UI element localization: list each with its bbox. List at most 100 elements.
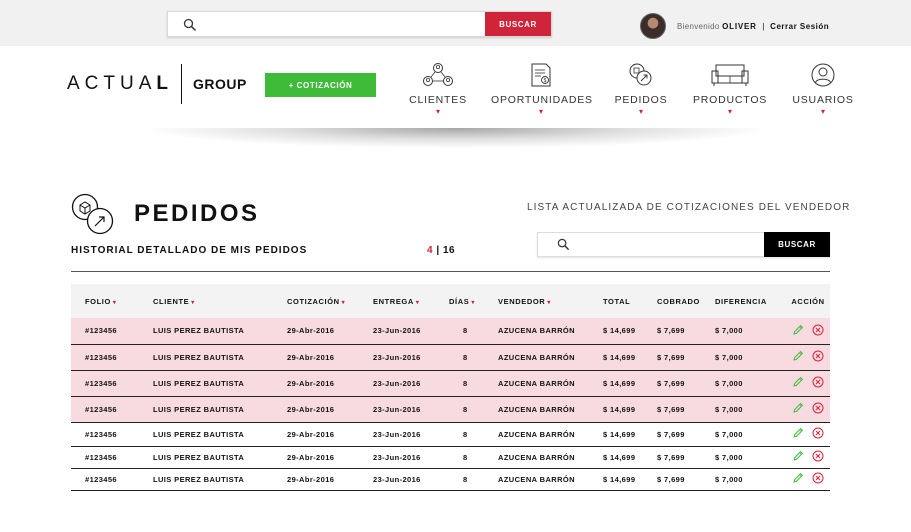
cell-cobrado: $ 7,699 [657, 344, 715, 371]
chevron-down-icon: ▾ [415, 299, 420, 306]
cell-cotizacion: 29-Abr-2016 [287, 422, 373, 447]
document-icon: $ [531, 63, 551, 87]
table-row[interactable]: #123456 LUIS PEREZ BAUTISTA 29-Abr-2016 23-… [71, 318, 830, 345]
column-label: VENDEDOR [498, 296, 546, 306]
pencil-icon[interactable] [792, 324, 804, 336]
cell-cliente: LUIS PEREZ BAUTISTA [153, 344, 287, 371]
page-current[interactable]: 4 [427, 245, 433, 256]
logout-link[interactable]: Cerrar Sesión [770, 22, 829, 31]
column-header-entrega[interactable]: ENTREGA ▾ [373, 284, 449, 318]
nav-item-usuarios[interactable]: USUARIOS ▾ [792, 62, 854, 122]
chevron-down-icon: ▾ [341, 299, 346, 306]
cell-entrega: 23-Jun-2016 [373, 318, 449, 345]
global-search-input[interactable] [204, 12, 484, 36]
svg-text:$: $ [544, 78, 547, 84]
table-header-row: FOLIO ▾ CLIENTE ▾ COTIZACIÓN ▾ ENTREGA ▾ DÍA… [71, 284, 830, 318]
cell-folio: #123456 [71, 318, 153, 345]
table-row[interactable]: #123456 LUIS PEREZ BAUTISTA 29-Abr-2016 23-… [71, 422, 830, 447]
cell-diferencia: $ 7,000 [715, 318, 786, 345]
delete-icon[interactable] [812, 350, 824, 362]
page-total[interactable]: 16 [443, 245, 455, 256]
table-row[interactable]: #123456 LUIS PEREZ BAUTISTA 29-Abr-2016 23-… [71, 446, 830, 469]
cell-cliente: LUIS PEREZ BAUTISTA [153, 318, 287, 345]
delete-icon[interactable] [812, 324, 824, 336]
page-separator: | [436, 245, 440, 256]
cell-cliente: LUIS PEREZ BAUTISTA [153, 446, 287, 469]
chevron-down-icon: ▾ [820, 107, 825, 116]
column-label: CLIENTE [153, 296, 190, 306]
welcome-separator: | [762, 22, 765, 31]
delete-icon[interactable] [812, 472, 824, 484]
new-quote-button[interactable]: + COTIZACIÓN [265, 73, 376, 97]
logo-divider [181, 64, 183, 104]
nav-item-productos[interactable]: PRODUCTOS ▾ [693, 62, 767, 122]
nav-item-pedidos[interactable]: PEDIDOS ▾ [612, 62, 670, 122]
pencil-icon[interactable] [792, 450, 804, 462]
delete-icon[interactable] [812, 376, 824, 388]
pencil-icon[interactable] [792, 472, 804, 484]
cell-cliente: LUIS PEREZ BAUTISTA [153, 468, 287, 491]
table-row[interactable]: #123456 LUIS PEREZ BAUTISTA 29-Abr-2016 23-… [71, 370, 830, 397]
table-row[interactable]: #123456 LUIS PEREZ BAUTISTA 29-Abr-2016 23-… [71, 468, 830, 491]
cell-entrega: 23-Jun-2016 [373, 468, 449, 491]
column-header-dias[interactable]: DÍAS ▾ [449, 284, 498, 318]
column-label: COTIZACIÓN [287, 296, 340, 306]
cell-cotizacion: 29-Abr-2016 [287, 370, 373, 397]
column-label: ENTREGA [373, 296, 414, 306]
pagination: 4 | 16 [427, 245, 455, 256]
orders-search: BUSCAR [537, 232, 830, 257]
global-search: BUSCAR [167, 11, 552, 37]
orders-icon [629, 63, 652, 86]
pencil-icon[interactable] [792, 427, 804, 439]
cell-diferencia: $ 7,000 [715, 344, 786, 371]
cell-vendedor: AZUCENA BARRÓN [498, 446, 603, 469]
column-header-vendedor[interactable]: VENDEDOR ▾ [498, 284, 603, 318]
cell-vendedor: AZUCENA BARRÓN [498, 318, 603, 345]
nav-item-clientes[interactable]: CLIENTES ▾ [406, 62, 470, 122]
column-header-folio[interactable]: FOLIO ▾ [71, 284, 153, 318]
chevron-down-icon: ▾ [471, 299, 475, 306]
global-search-button[interactable]: BUSCAR [485, 12, 551, 36]
table-row[interactable]: #123456 LUIS PEREZ BAUTISTA 29-Abr-2016 23-… [71, 396, 830, 423]
delete-icon[interactable] [812, 450, 824, 462]
cell-dias: 8 [449, 344, 498, 371]
nav-item-oportunidades[interactable]: $ OPORTUNIDADES ▾ [491, 62, 593, 122]
cell-cobrado: $ 7,699 [657, 370, 715, 397]
search-icon [557, 238, 570, 251]
clients-icon [423, 63, 453, 86]
cell-cliente: LUIS PEREZ BAUTISTA [153, 370, 287, 397]
cell-dias: 8 [449, 370, 498, 397]
nav-label: OPORTUNIDADES [491, 94, 593, 106]
orders-search-input[interactable] [578, 233, 758, 256]
cell-accion [786, 396, 830, 423]
user-avatar[interactable] [640, 13, 666, 39]
cell-diferencia: $ 7,000 [715, 468, 786, 491]
user-name: OLIVER [722, 22, 757, 31]
welcome-text: Bienvenido OLIVER | Cerrar Sesión [677, 22, 829, 31]
cell-total: $ 14,699 [603, 318, 657, 345]
cell-total: $ 14,699 [603, 396, 657, 423]
cell-cotizacion: 29-Abr-2016 [287, 344, 373, 371]
cell-vendedor: AZUCENA BARRÓN [498, 468, 603, 491]
cell-dias: 8 [449, 446, 498, 469]
pencil-icon[interactable] [792, 402, 804, 414]
orders-search-button[interactable]: BUSCAR [764, 232, 830, 257]
column-header-cotizacion[interactable]: COTIZACIÓN ▾ [287, 284, 373, 318]
logo[interactable]: ACTUAL GROUP [67, 64, 247, 104]
cell-dias: 8 [449, 468, 498, 491]
column-header-cobrado: COBRADO [657, 284, 715, 318]
column-header-diferencia: DIFERENCIA [715, 284, 786, 318]
delete-icon[interactable] [812, 402, 824, 414]
orders-table-body: #123456 LUIS PEREZ BAUTISTA 29-Abr-2016 23-… [71, 318, 830, 491]
cell-entrega: 23-Jun-2016 [373, 446, 449, 469]
pencil-icon[interactable] [792, 376, 804, 388]
table-row[interactable]: #123456 LUIS PEREZ BAUTISTA 29-Abr-2016 23-… [71, 344, 830, 371]
nav-label: PRODUCTOS [693, 94, 768, 106]
delete-icon[interactable] [812, 427, 824, 439]
chevron-down-icon: ▾ [191, 299, 195, 306]
cell-folio: #123456 [71, 370, 153, 397]
column-header-cliente[interactable]: CLIENTE ▾ [153, 284, 287, 318]
nav-label: PEDIDOS [614, 94, 668, 106]
pencil-icon[interactable] [792, 350, 804, 362]
cell-vendedor: AZUCENA BARRÓN [498, 344, 603, 371]
